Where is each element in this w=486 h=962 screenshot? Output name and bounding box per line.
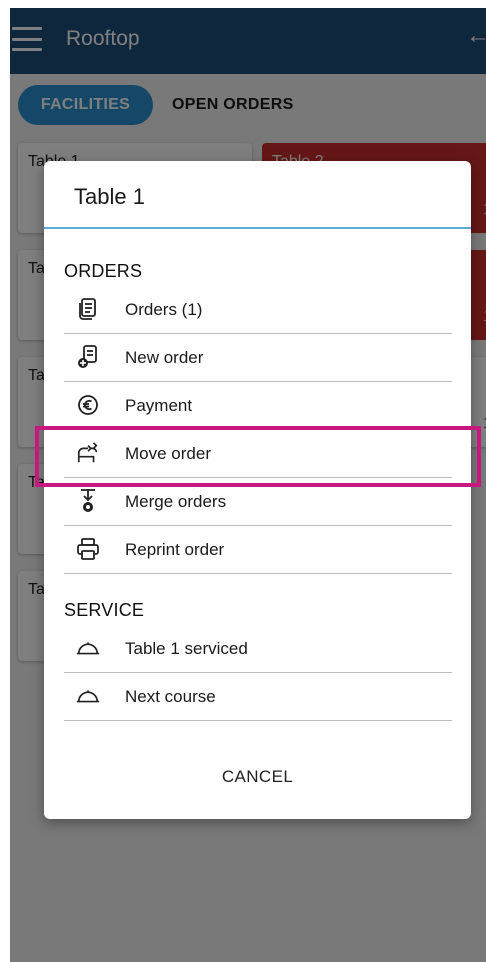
printer-icon bbox=[76, 536, 100, 562]
table-actions-dialog: Table 1 ORDERS Orders (1) New order Paym… bbox=[44, 161, 471, 819]
cloche-icon bbox=[76, 683, 100, 709]
menu-item-label: Orders (1) bbox=[125, 300, 203, 319]
menu-item-new-order[interactable]: New order bbox=[64, 334, 452, 382]
menu-item-label: Merge orders bbox=[125, 492, 227, 511]
menu-item-label: Table 1 serviced bbox=[125, 639, 248, 658]
menu-item-table-serviced[interactable]: Table 1 serviced bbox=[64, 625, 452, 673]
section-header-service: SERVICE bbox=[64, 600, 145, 620]
new-order-icon bbox=[76, 344, 100, 370]
section-header-orders: ORDERS bbox=[64, 261, 143, 281]
menu-item-orders[interactable]: Orders (1) bbox=[64, 286, 452, 334]
menu-item-label: New order bbox=[125, 348, 204, 367]
menu-item-reprint-order[interactable]: Reprint order bbox=[64, 526, 452, 574]
menu-item-next-course[interactable]: Next course bbox=[64, 673, 452, 721]
menu-item-payment[interactable]: Payment bbox=[64, 382, 452, 430]
merge-orders-icon bbox=[76, 488, 100, 514]
euro-icon bbox=[76, 392, 100, 418]
orders-list-icon bbox=[76, 296, 100, 322]
cancel-button[interactable]: CANCEL bbox=[44, 757, 471, 797]
move-order-highlight bbox=[35, 426, 481, 487]
dialog-title: Table 1 bbox=[74, 184, 145, 209]
cloche-icon bbox=[76, 635, 100, 661]
menu-item-label: Reprint order bbox=[125, 540, 225, 559]
menu-item-label: Next course bbox=[125, 687, 216, 706]
title-divider bbox=[44, 227, 471, 229]
menu-item-label: Payment bbox=[125, 396, 193, 415]
